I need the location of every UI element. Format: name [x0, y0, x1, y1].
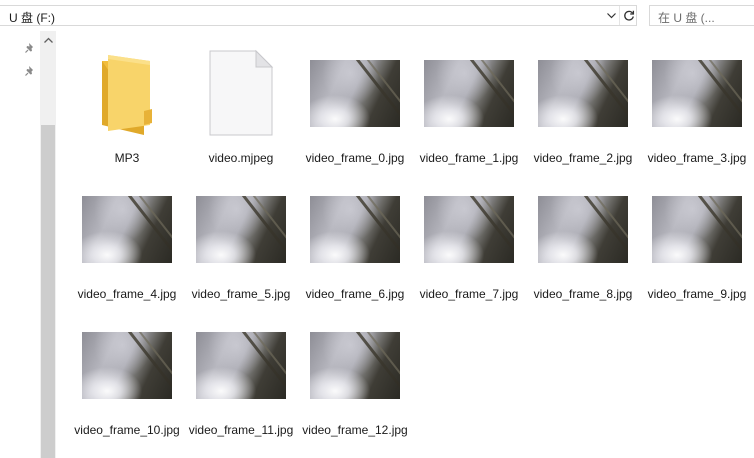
file-name: video_frame_11.jpg [188, 423, 294, 437]
image-thumbnail [530, 179, 636, 279]
file-name: video_frame_12.jpg [302, 423, 408, 437]
file-name: video_frame_4.jpg [77, 287, 177, 301]
navigation-pane [0, 31, 40, 458]
image-thumbnail [416, 43, 522, 143]
pin-icon[interactable] [24, 64, 36, 76]
image-thumbnail [74, 315, 180, 415]
address-path[interactable]: U 盘 (F:) [9, 9, 55, 26]
scrollbar-thumb[interactable] [41, 125, 55, 458]
image-thumbnail [188, 315, 294, 415]
image-thumbnail [302, 43, 408, 143]
file-name: video_frame_10.jpg [74, 423, 180, 437]
image-thumbnail [302, 179, 408, 279]
file-name: video_frame_5.jpg [191, 287, 291, 301]
file-name: video_frame_1.jpg [419, 151, 519, 165]
search-box[interactable]: 在 U 盘 (... [649, 5, 754, 26]
address-bar[interactable]: U 盘 (F:) [0, 5, 637, 26]
image-thumbnail [188, 179, 294, 279]
file-name: video_frame_2.jpg [533, 151, 633, 165]
file-name: video_frame_0.jpg [305, 151, 405, 165]
document-icon [188, 43, 294, 143]
file-list: MP3 video.mjpeg video_frame_0.jpg video_… [56, 31, 754, 458]
pin-icon[interactable] [24, 41, 36, 53]
image-thumbnail [644, 43, 750, 143]
image-thumbnail [530, 43, 636, 143]
file-name: video.mjpeg [208, 151, 274, 165]
search-placeholder[interactable]: 在 U 盘 (... [658, 9, 715, 26]
top-bar: U 盘 (F:) 在 U 盘 (... [0, 0, 754, 31]
chevron-down-icon[interactable] [603, 6, 619, 25]
file-name: video_frame_6.jpg [305, 287, 405, 301]
image-thumbnail [416, 179, 522, 279]
file-name: video_frame_8.jpg [533, 287, 633, 301]
chevron-up-icon[interactable] [40, 31, 56, 48]
image-thumbnail [74, 179, 180, 279]
vertical-scrollbar[interactable] [40, 31, 56, 458]
image-thumbnail [302, 315, 408, 415]
file-name: video_frame_7.jpg [419, 287, 519, 301]
folder-icon [74, 43, 180, 143]
refresh-icon[interactable] [619, 6, 637, 25]
file-name: video_frame_9.jpg [647, 287, 747, 301]
image-thumbnail [644, 179, 750, 279]
file-name: video_frame_3.jpg [647, 151, 747, 165]
file-name: MP3 [114, 151, 140, 165]
